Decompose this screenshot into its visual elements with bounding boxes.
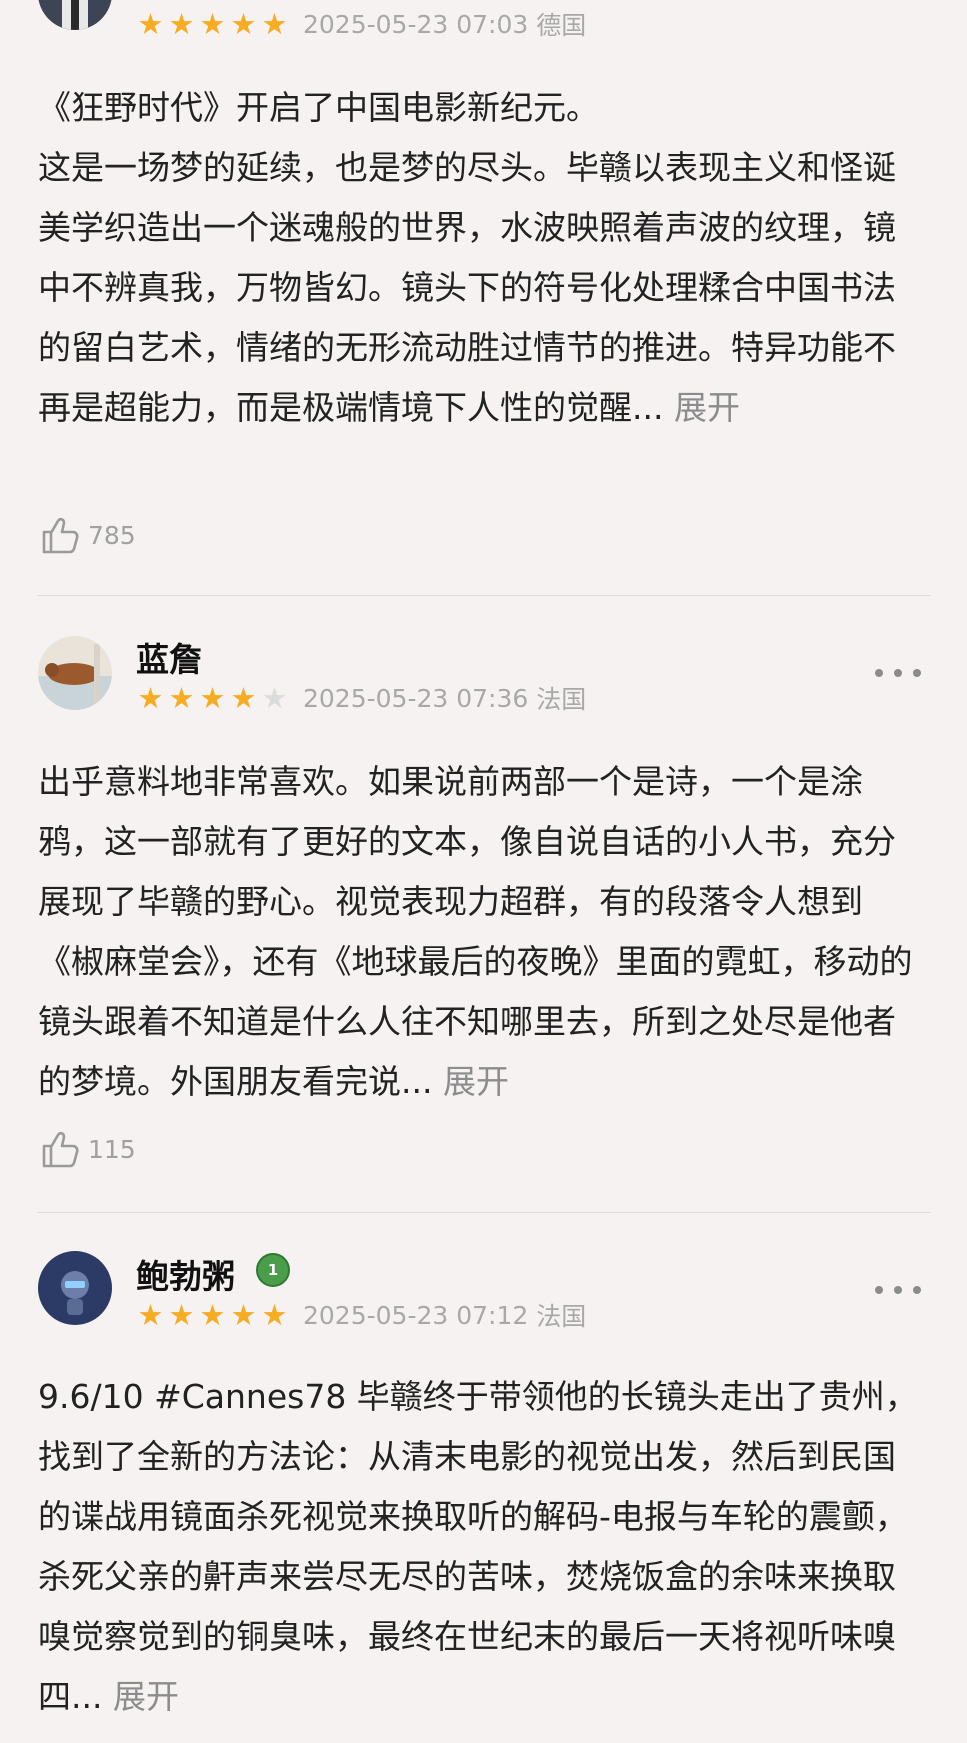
- sprout-badge-icon: 1: [256, 1253, 290, 1287]
- star-icon: ★: [168, 1298, 195, 1332]
- review-card: ★ ★ ★ ★ ★ 2025-05-23 07:03 德国 《狂野时代》开启了中…: [0, 0, 967, 596]
- username[interactable]: 蓝詹: [136, 640, 202, 680]
- like-count: 115: [88, 1134, 136, 1164]
- review-text: 出乎意料地非常喜欢。如果说前两部一个是诗，一个是涂鸦，这一部就有了更好的文本，像…: [38, 762, 913, 1101]
- review-content: 9.6/10 #Cannes78 毕赣终于带领他的长镜头走出了贵州，找到了全新的…: [38, 1367, 918, 1727]
- star-rating: ★ ★ ★ ★ ★: [136, 682, 289, 714]
- review-meta: ★ ★ ★ ★ ★ 2025-05-23 07:03 德国: [136, 8, 587, 40]
- review-text: 《狂野时代》开启了中国电影新纪元。: [38, 88, 599, 127]
- more-dot: [894, 1286, 902, 1294]
- star-icon: ★: [261, 7, 288, 41]
- star-icon: ★: [199, 681, 226, 715]
- star-icon: ★: [137, 681, 164, 715]
- expand-link[interactable]: 展开: [113, 1677, 179, 1716]
- star-icon: ★: [199, 7, 226, 41]
- review-text-body: 这是一场梦的延续，也是梦的尽头。毕赣以表现主义和怪诞美学织造出一个迷魂般的世界，…: [38, 148, 896, 427]
- like-button[interactable]: 115: [40, 1126, 136, 1172]
- star-icon: ★: [261, 1298, 288, 1332]
- star-icon: ★: [230, 7, 257, 41]
- star-icon: ★: [168, 681, 195, 715]
- review-meta: ★ ★ ★ ★ ★ 2025-05-23 07:36 法国: [136, 682, 587, 714]
- review-location: 德国: [536, 11, 587, 40]
- like-count: 785: [88, 520, 136, 550]
- star-rating: ★ ★ ★ ★ ★: [136, 8, 289, 40]
- avatar[interactable]: [38, 1251, 112, 1325]
- review-card: 蓝詹 ★ ★ ★ ★ ★ 2025-05-23 07:36 法国 出乎意料地非常…: [0, 596, 967, 1213]
- review-text: 9.6/10 #Cannes78 毕赣终于带领他的长镜头走出了贵州，找到了全新的…: [38, 1377, 918, 1716]
- star-icon: ★: [261, 681, 288, 715]
- more-options-button[interactable]: [875, 658, 921, 688]
- review-location: 法国: [536, 685, 587, 714]
- expand-link[interactable]: 展开: [443, 1062, 509, 1101]
- more-dots-icon: [875, 669, 883, 677]
- star-icon: ★: [168, 7, 195, 41]
- expand-link[interactable]: 展开: [674, 388, 740, 427]
- more-dot: [913, 669, 921, 677]
- review-meta: ★ ★ ★ ★ ★ 2025-05-23 07:12 法国: [136, 1299, 587, 1331]
- review-location: 法国: [536, 1302, 587, 1331]
- like-button[interactable]: 785: [40, 512, 136, 558]
- review-content: 《狂野时代》开启了中国电影新纪元。 这是一场梦的延续，也是梦的尽头。毕赣以表现主…: [38, 78, 918, 438]
- more-dots-icon: [875, 1286, 883, 1294]
- review-time: 2025-05-23 07:12: [303, 1300, 529, 1330]
- star-rating: ★ ★ ★ ★ ★: [136, 1299, 289, 1331]
- review-time: 2025-05-23 07:36: [303, 683, 529, 713]
- thumbs-up-icon: [42, 1131, 79, 1168]
- username[interactable]: 鲍勃粥: [136, 1257, 235, 1297]
- avatar[interactable]: [38, 636, 112, 710]
- star-icon: ★: [199, 1298, 226, 1332]
- more-options-button[interactable]: [875, 1275, 921, 1305]
- star-icon: ★: [137, 1298, 164, 1332]
- more-dot: [913, 1286, 921, 1294]
- more-dot: [894, 669, 902, 677]
- review-card: 鲍勃粥 1 ★ ★ ★ ★ ★ 2025-05-23 07:12 法国 9.6/…: [0, 1213, 967, 1743]
- thumbs-up-icon: [42, 517, 79, 554]
- star-icon: ★: [137, 7, 164, 41]
- review-content: 出乎意料地非常喜欢。如果说前两部一个是诗，一个是涂鸦，这一部就有了更好的文本，像…: [38, 752, 918, 1112]
- avatar[interactable]: [38, 0, 112, 30]
- review-time: 2025-05-23 07:03: [303, 9, 529, 39]
- star-icon: ★: [230, 1298, 257, 1332]
- star-icon: ★: [230, 681, 257, 715]
